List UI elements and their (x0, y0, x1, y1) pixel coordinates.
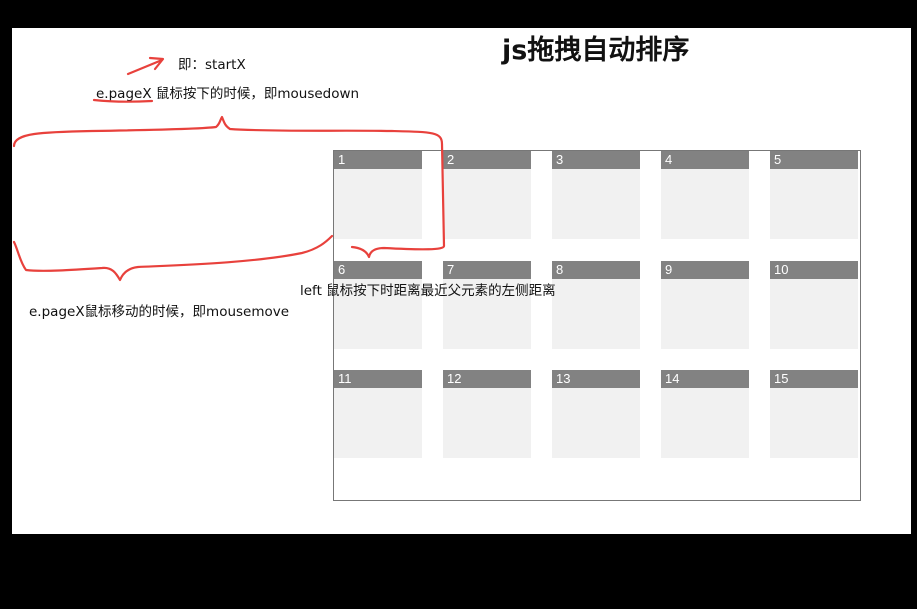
grid-item[interactable]: 14 (661, 370, 749, 458)
grid-item[interactable]: 6 (334, 261, 422, 349)
grid-item-number: 1 (334, 151, 422, 169)
grid-item-number: 11 (334, 370, 422, 388)
annotation-left-offset: left 鼠标按下时距离最近父元素的左侧距离 (300, 283, 556, 299)
drag-sort-container: 1 2 3 4 5 6 7 8 9 10 11 12 13 14 15 (333, 150, 861, 501)
grid-item[interactable]: 8 (552, 261, 640, 349)
startx-arrow-head-icon (148, 56, 165, 71)
grid-item-number: 10 (770, 261, 858, 279)
grid-item-number: 15 (770, 370, 858, 388)
grid-item-number: 13 (552, 370, 640, 388)
page-title: js拖拽自动排序 (502, 35, 690, 66)
grid-item-number: 14 (661, 370, 749, 388)
grid-item-number: 5 (770, 151, 858, 169)
grid-item[interactable]: 4 (661, 151, 749, 239)
grid-item[interactable]: 11 (334, 370, 422, 458)
grid-item-number: 6 (334, 261, 422, 279)
grid-item-number: 8 (552, 261, 640, 279)
grid-item[interactable]: 1 (334, 151, 422, 239)
grid-item[interactable]: 2 (443, 151, 531, 239)
grid-item-number: 9 (661, 261, 749, 279)
annotation-mousedown: e.pageX 鼠标按下的时候，即mousedown (96, 86, 360, 102)
grid-item[interactable]: 12 (443, 370, 531, 458)
grid-item-number: 3 (552, 151, 640, 169)
slide-canvas: js拖拽自动排序 即：startX e.pageX 鼠标按下的时候，即mouse… (12, 28, 911, 534)
annotation-startx: 即：startX (178, 57, 246, 73)
grid-item[interactable]: 13 (552, 370, 640, 458)
grid-item-number: 2 (443, 151, 531, 169)
grid-item[interactable]: 3 (552, 151, 640, 239)
startx-arrow-icon (126, 58, 164, 76)
grid-item-number: 12 (443, 370, 531, 388)
grid-item[interactable]: 10 (770, 261, 858, 349)
annotation-mousemove: e.pageX鼠标移动的时候，即mousemove (29, 304, 290, 320)
grid-item[interactable]: 9 (661, 261, 749, 349)
grid-item-number: 7 (443, 261, 531, 279)
grid-item[interactable]: 15 (770, 370, 858, 458)
grid-item[interactable]: 7 (443, 261, 531, 349)
grid-item[interactable]: 5 (770, 151, 858, 239)
bottom-brace-icon (12, 234, 334, 282)
grid-item-number: 4 (661, 151, 749, 169)
